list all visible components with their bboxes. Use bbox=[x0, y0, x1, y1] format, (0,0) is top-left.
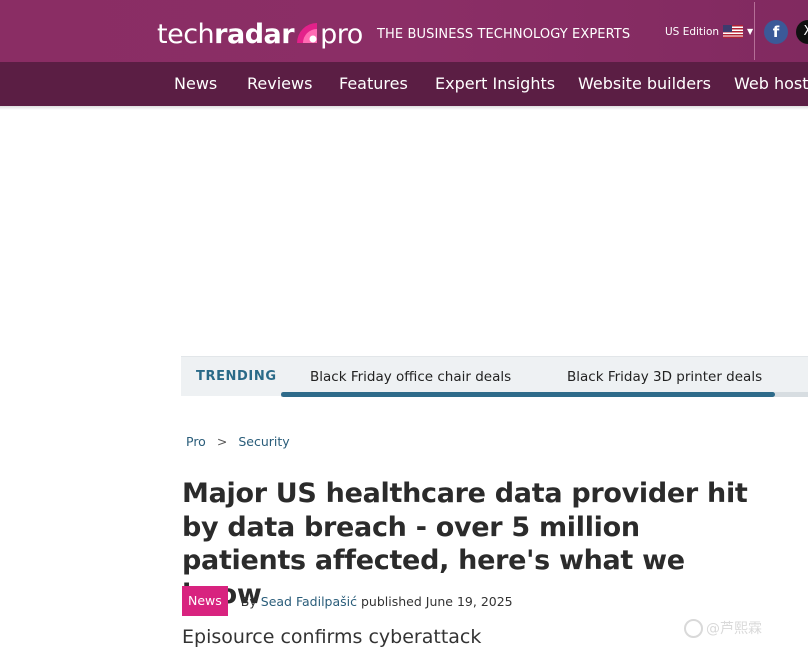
site-header: tech radar pro THE BUSINESS TECHNOLOGY E… bbox=[0, 0, 808, 62]
main-nav: News Reviews Features Expert Insights We… bbox=[0, 62, 808, 106]
watermark: @芦熙霖 bbox=[684, 618, 762, 638]
nav-item-news[interactable]: News bbox=[174, 74, 217, 93]
breadcrumb-item-security[interactable]: Security bbox=[238, 434, 289, 449]
header-divider bbox=[754, 2, 755, 60]
article-strapline: Episource confirms cyberattack bbox=[182, 626, 482, 648]
article-meta: News By Sead Fadilpašić published June 1… bbox=[182, 586, 513, 616]
trending-item[interactable]: Black Friday office chair deals bbox=[310, 369, 511, 385]
nav-shadow bbox=[0, 106, 808, 110]
nav-item-features[interactable]: Features bbox=[339, 74, 408, 93]
breadcrumb-separator: > bbox=[216, 434, 228, 449]
nav-item-web-hosting[interactable]: Web hosti bbox=[734, 74, 808, 93]
byline-by: By bbox=[240, 593, 257, 609]
nav-item-reviews[interactable]: Reviews bbox=[247, 74, 312, 93]
logo-tech: tech bbox=[157, 19, 215, 50]
breadcrumb: Pro > Security bbox=[186, 434, 290, 449]
facebook-icon[interactable]: f bbox=[764, 20, 788, 44]
author-link[interactable]: Sead Fadilpašić bbox=[261, 594, 357, 609]
site-tagline: THE BUSINESS TECHNOLOGY EXPERTS bbox=[377, 27, 631, 42]
published-date: published June 19, 2025 bbox=[361, 593, 513, 609]
nav-item-website-builders[interactable]: Website builders bbox=[578, 74, 711, 93]
chevron-down-icon: ▼ bbox=[747, 27, 754, 36]
breadcrumb-item-pro[interactable]: Pro bbox=[186, 434, 206, 449]
x-icon[interactable]: X bbox=[796, 20, 808, 44]
trending-bar: TRENDING Black Friday office chair deals… bbox=[181, 356, 808, 397]
watermark-text: @芦熙霖 bbox=[706, 621, 762, 637]
trending-item[interactable]: Black Friday 3D printer deals bbox=[567, 369, 762, 385]
logo-radar: radar bbox=[214, 19, 295, 50]
nav-item-expert-insights[interactable]: Expert Insights bbox=[435, 74, 555, 93]
logo-pro: pro bbox=[320, 19, 363, 50]
trending-scrollbar-thumb[interactable] bbox=[281, 392, 775, 397]
edition-selector[interactable]: US Edition ▼ bbox=[665, 25, 753, 38]
us-flag-icon bbox=[723, 25, 744, 38]
radar-logo-mark-icon bbox=[295, 21, 319, 45]
category-badge[interactable]: News bbox=[182, 586, 228, 616]
edition-label: US Edition bbox=[665, 25, 720, 38]
watermark-icon bbox=[684, 618, 703, 638]
trending-label: TRENDING bbox=[196, 369, 277, 384]
site-logo[interactable]: tech radar pro bbox=[157, 12, 363, 50]
